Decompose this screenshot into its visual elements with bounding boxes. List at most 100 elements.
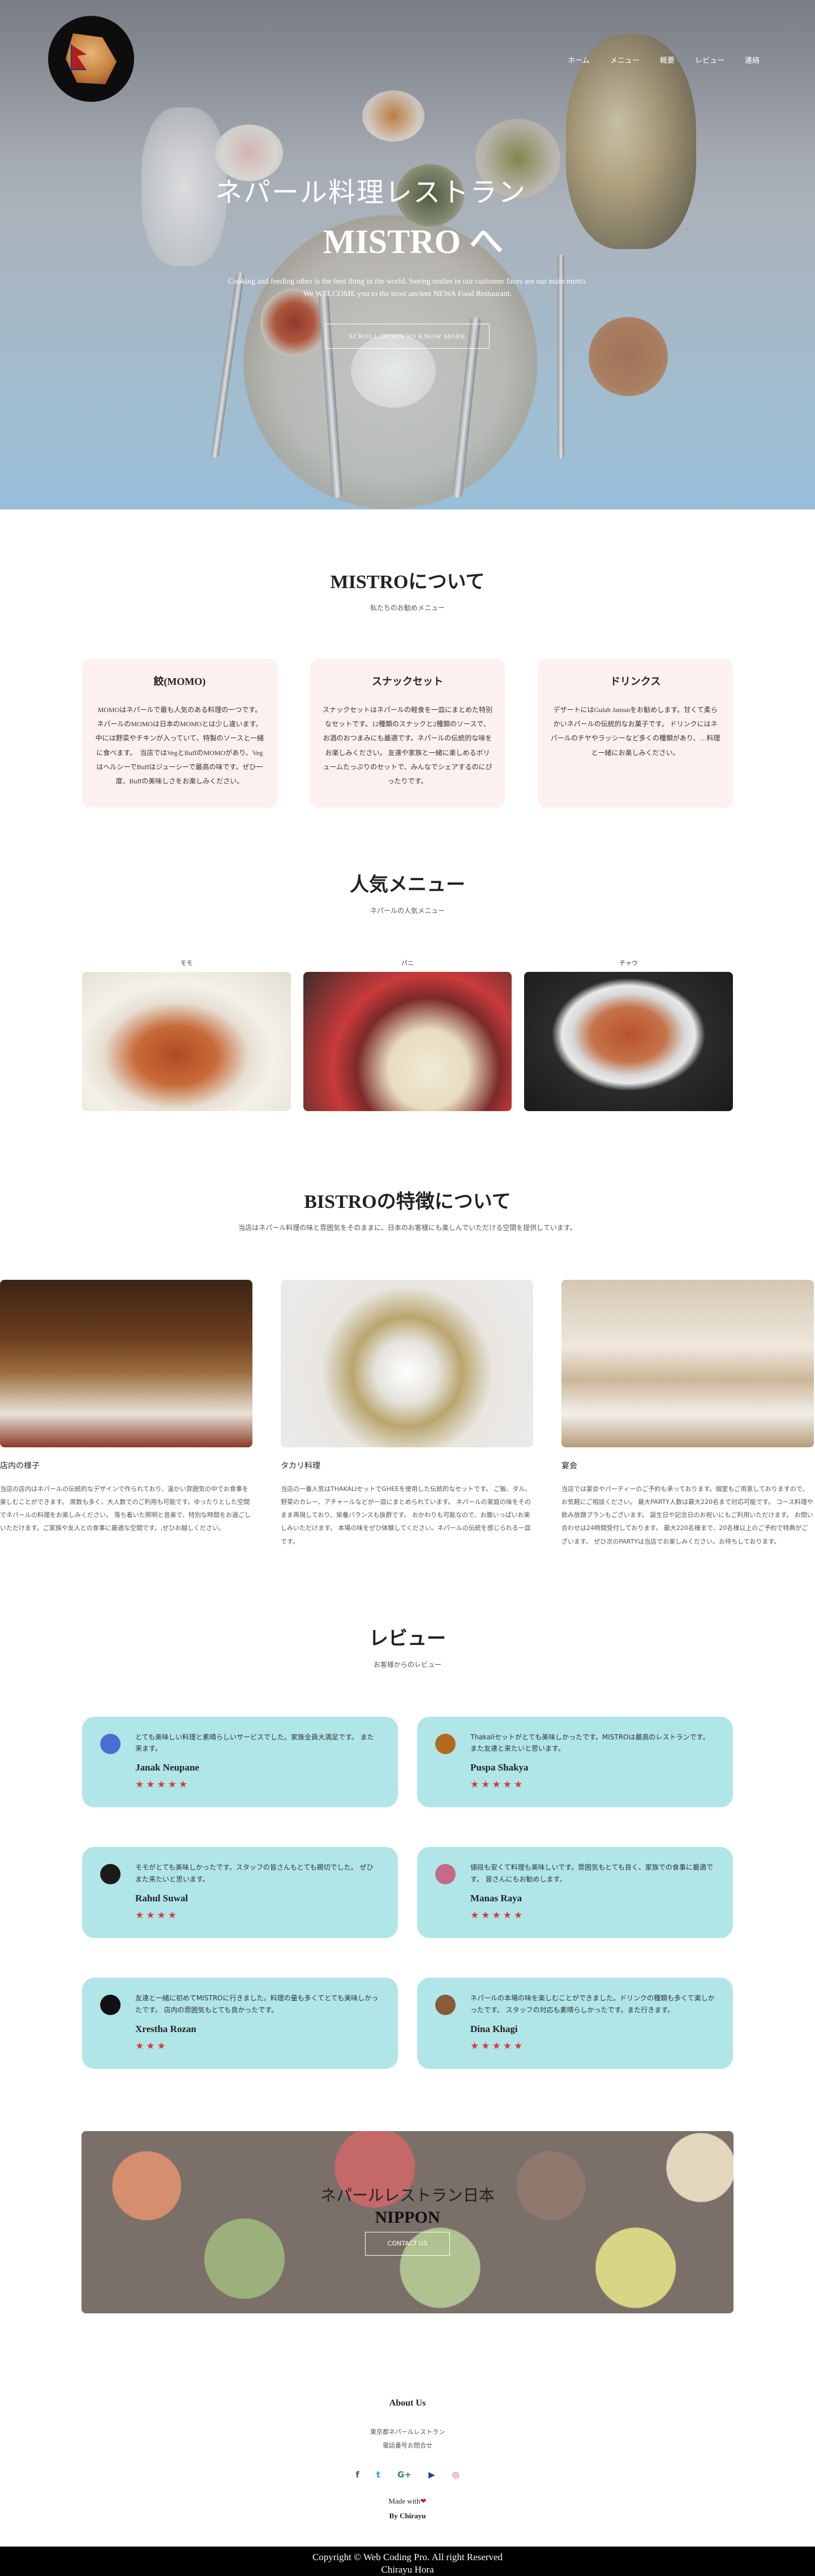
bistro-feature-text: 当店の店内はネパールの伝統的なデザインで作られており、温かい雰囲気の中でお食事を… [0,1485,251,1532]
star-rating: ★★★ [135,2040,168,2052]
bistro-feature-party: 宴会 当店では宴会やパーティーのご予約も承っております。個室もご用意しております… [561,1280,814,1548]
dish-label: チャウ [619,959,638,967]
reviews-section: レビュー お客様からのレビュー とても美味しい料理と素晴らしいサービスでした。家… [0,1548,815,2069]
bistro-feature-interior: 店内の様子 当店の店内はネパールの伝統的なデザインで作られており、温かい雰囲気の… [0,1280,252,1548]
review-quote: Thakaliセットがとても美味しかったです。MISTROは最高のレストランです… [470,1733,710,1752]
bistro-subtitle: 当店はネパール料理の味と雰囲気をそのままに、日本のお客様にも楽しんでいただける空… [238,1224,577,1232]
copyright-text: Copyright © Web Coding Pro. All right Re… [312,2552,503,2563]
bistro-title: BISTROの特徴について [304,1191,511,1213]
bistro-feature-heading: タカリ料理 [281,1462,320,1471]
dish-item-chowmein[interactable]: チャウ [524,958,734,1112]
review-quote: とても美味しい料理と素晴らしいサービスでした。家族全員大満足です。 また来ます。 [135,1733,374,1752]
card-text: スナックセットはネパールの軽食を一皿にまとめた特別なセットです。12種類のスナッ… [323,706,493,785]
hero-heading-line2: MISTRO へ [323,223,504,260]
author-credit: By Chirayu [389,2511,426,2521]
about-title: MISTROについて [330,572,485,593]
nav-item-contact[interactable]: 連絡 [745,54,760,65]
dish-label: パニ [401,959,414,967]
logo[interactable] [48,16,134,102]
reviewer-name: Dina Khagi [470,2023,518,2034]
banner-text: ネパールレストラン日本 NIPPON CONTACT US [82,2131,734,2313]
reviewer-name: Janak Neupane [135,1762,199,1773]
reviews-title: レビュー [369,1628,446,1649]
review-card: Thakaliセットがとても美味しかったです。MISTROは最高のレストランです… [417,1716,733,1808]
review-card: 値段も安くて料理も美味しいです。雰囲気もとても良く、家族での食事に最適です。 皆… [417,1847,733,1939]
avatar [435,1733,456,1754]
review-card: 友達と一緒に初めてMISTROに行きました。料理の量も多くてとても美味しかったで… [82,1978,398,2069]
copyright-author: Chirayu Hora [381,2564,434,2575]
scroll-down-button[interactable]: SCROLL DOWN TO KNOW MORE [325,323,490,349]
menu-card-snack-set: スナックセット スナックセットはネパールの軽食を一皿にまとめた特別なセットです。… [310,659,505,808]
footer-phone: 電話番号お問合せ [383,2442,432,2450]
bistro-image-interior [0,1280,252,1448]
bistro-image-thali [281,1280,533,1448]
bistro-features: 店内の様子 当店の店内はネパールの伝統的なデザインで作られており、温かい雰囲気の… [0,1280,815,1548]
banner-brand: NIPPON [375,2208,440,2227]
dish-image-chowmein [524,972,734,1112]
about-section: MISTROについて 私たちのお勧めメニュー 餃(MOMO) MOMOはネパール… [0,509,815,808]
review-grid: とても美味しい料理と素晴らしいサービスでした。家族全員大満足です。 また来ます。… [82,1716,733,2069]
reviews-subtitle: お客様からのレビュー [373,1660,441,1669]
contact-banner: ネパールレストラン日本 NIPPON CONTACT US [82,2131,734,2313]
reviewer-name: Xrestha Rozan [135,2023,196,2034]
dish-item-pani[interactable]: パニ [303,958,512,1112]
star-rating: ★★★★ [135,1910,179,1922]
avatar [100,1995,121,2016]
dish-item-momo[interactable]: モモ [82,958,291,1112]
bistro-image-party-hall [561,1280,814,1448]
bistro-feature-heading: 宴会 [561,1462,577,1471]
about-subtitle: 私たちのお勧めメニュー [370,604,445,612]
main-nav: ホーム メニュー 概要 レビュー 連絡 [568,54,760,65]
review-quote: モモがとても美味しかったです。スタッフの皆さんもとても親切でした。 ぜひまた来た… [135,1863,374,1883]
card-text: MOMOはネパールで最も人気のある料理の一つです。ネパールのMOMOは日本のMO… [95,706,264,785]
popular-menu-section: 人気メニュー ネパールの人気メニュー モモ パニ チャウ [0,808,815,1112]
dish-image-pani [303,972,512,1112]
banner-heading: ネパールレストラン日本 [320,2185,495,2205]
twitter-icon[interactable]: t [376,2470,380,2480]
google-plus-icon[interactable]: G+ [397,2470,411,2480]
star-rating: ★★★★★ [470,1910,525,1922]
popular-title: 人気メニュー [350,875,465,896]
review-card: モモがとても美味しかったです。スタッフの皆さんもとても親切でした。 ぜひまた来た… [82,1847,398,1939]
made-with-label: Made with [388,2497,421,2506]
avatar [435,1995,456,2016]
card-title: 餃(MOMO) [153,676,206,687]
review-quote: 値段も安くて料理も美味しいです。雰囲気もとても良く、家族での食事に最適です。 皆… [470,1863,713,1883]
avatar [100,1864,121,1885]
hero-subtitle-line1: Cooking and feeding other is the best th… [228,277,587,286]
card-text: デザートにはGulab Jamunをお勧めします。甘くて柔らかいネパールの伝統的… [550,706,720,757]
footer-info: 東京都ネパールレストラン 電話番号お問合せ [0,2425,815,2453]
dish-label: モモ [180,959,193,967]
bistro-feature-thakali: タカリ料理 当店の一番人気はTHAKALIセットでGHEEを使用した伝統的なセッ… [281,1280,533,1548]
menu-card-momo: 餃(MOMO) MOMOはネパールで最も人気のある料理の一つです。ネパールのMO… [82,659,277,808]
nav-item-about[interactable]: 概要 [660,54,675,65]
star-rating: ★★★★★ [470,1779,525,1791]
avatar [100,1733,121,1754]
footer-address: 東京都ネパールレストラン [370,2428,445,2436]
copyright-bar: Copyright © Web Coding Pro. All right Re… [0,2547,815,2576]
star-rating: ★★★★★ [135,1779,190,1791]
review-card: ネパールの本場の味を楽しむことができました。ドリンクの種類も多くて楽しかったです… [417,1978,733,2069]
instagram-icon[interactable]: ◎ [452,2470,460,2480]
nav-item-reviews[interactable]: レビュー [695,54,724,65]
facebook-icon[interactable]: f [355,2470,359,2480]
star-rating: ★★★★★ [470,2040,525,2052]
nav-item-home[interactable]: ホーム [568,54,590,65]
review-quote: 友達と一緒に初めてMISTROに行きました。料理の量も多くてとても美味しかったで… [135,1994,379,2014]
reviewer-name: Rahul Suwal [135,1893,188,1904]
youtube-icon[interactable]: ▶ [428,2470,435,2480]
nav-item-menu[interactable]: メニュー [610,54,640,65]
contact-us-button[interactable]: CONTACT US [365,2231,450,2256]
dish-image-momo [82,972,291,1112]
popular-subtitle: ネパールの人気メニュー [370,907,445,915]
hero-text: ネパール料理レストラン MISTRO へ Cooking and feeding… [0,170,815,349]
hero-subtitle-line2: We WELCOME you to the most ancient NEWA … [303,290,512,299]
menu-card-drinks: ドリンクス デザートにはGulab Jamunをお勧めします。甘くて柔らかいネパ… [538,659,734,808]
hero-section: ホーム メニュー 概要 レビュー 連絡 ネパール料理レストラン MISTRO へ… [0,0,815,509]
hero-heading-line1: ネパール料理レストラン [215,177,526,208]
card-title: スナックセット [372,676,443,687]
reviewer-name: Puspa Shakya [470,1762,529,1773]
made-with: Made with❤ [0,2497,815,2506]
heart-icon: ❤ [420,2497,427,2506]
social-links: f t G+ ▶ ◎ [0,2470,815,2480]
